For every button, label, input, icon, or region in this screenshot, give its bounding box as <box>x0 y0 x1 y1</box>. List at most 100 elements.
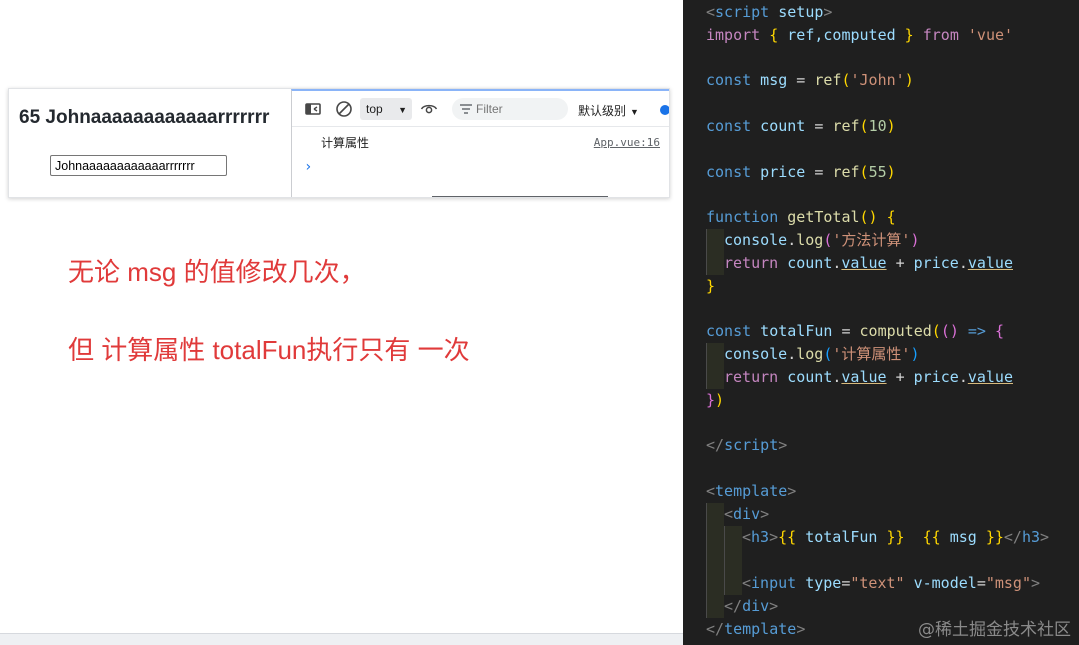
string: "text" <box>850 574 905 592</box>
tag-bracket: > <box>1040 528 1050 546</box>
function-name: computed <box>859 322 932 340</box>
tag-bracket: </ <box>706 620 725 638</box>
log-levels-dropdown[interactable]: 默认级别 ▼ <box>578 102 639 119</box>
paren: ) <box>910 231 920 249</box>
code-line: <script setup> <box>706 1 832 24</box>
tag-name: template <box>724 620 797 638</box>
brace: } <box>895 26 923 44</box>
paren: ( <box>859 117 869 135</box>
identifier: totalFun <box>796 528 887 546</box>
brace: { <box>877 208 896 226</box>
watermark: @稀土掘金技术社区 <box>918 620 1071 640</box>
console-source-link[interactable]: App.vue:16 <box>594 136 660 149</box>
operator: . <box>787 345 797 363</box>
code-line: <template> <box>706 480 796 503</box>
console-message: 计算属性 <box>321 136 370 150</box>
code-line: <div> <box>724 503 769 526</box>
clear-icon[interactable] <box>335 100 353 118</box>
keyword: return <box>724 368 779 386</box>
code-line: }) <box>706 389 724 412</box>
operator: + <box>886 368 914 386</box>
indent-highlight <box>706 503 724 618</box>
code-line: return count.value + price.value <box>724 366 1013 389</box>
keyword: import <box>706 26 761 44</box>
function-name: ref <box>832 163 860 181</box>
keyword: const <box>706 71 752 89</box>
settings-icon[interactable] <box>660 105 669 115</box>
filter-icon <box>460 104 472 114</box>
tag-bracket: > <box>769 597 779 615</box>
function-name: ref <box>832 117 860 135</box>
tag-name: h3 <box>1021 528 1041 546</box>
code-editor: <script setup> import { ref,computed } f… <box>683 0 1079 645</box>
context-select[interactable]: top ▼ <box>360 98 412 120</box>
identifier: console <box>724 231 788 249</box>
property: value <box>841 368 887 386</box>
tag-bracket: > <box>787 482 797 500</box>
eye-icon[interactable] <box>420 100 438 118</box>
tag-bracket: > <box>796 620 806 638</box>
taskbar-strip <box>0 633 683 645</box>
tag-bracket: > <box>1031 574 1041 592</box>
identifier: count <box>778 254 833 272</box>
operator: = <box>832 322 860 340</box>
tag-bracket: < <box>706 3 716 21</box>
code-line: </template> <box>706 618 805 641</box>
tag-bracket: < <box>724 505 734 523</box>
tag-bracket: </ <box>1003 528 1022 546</box>
tag-name: div <box>733 505 761 523</box>
annotation-text: 但 计算属性 totalFun执行只有 一次 <box>68 335 470 365</box>
keyword: from <box>922 26 959 44</box>
brace: } <box>706 391 716 409</box>
operator: = <box>787 71 815 89</box>
indent-highlight <box>706 229 724 275</box>
keyword: return <box>724 254 779 272</box>
paren: ( <box>841 71 851 89</box>
string: 'John' <box>850 71 905 89</box>
operator: . <box>958 254 968 272</box>
identifier: count <box>778 368 833 386</box>
paren: ) <box>886 117 896 135</box>
identifier: price <box>913 254 959 272</box>
keyword: const <box>706 322 752 340</box>
dock-icon[interactable] <box>304 100 322 118</box>
filter-box[interactable] <box>452 98 568 120</box>
paren: () <box>859 208 878 226</box>
operator: = <box>805 163 833 181</box>
function-name: getTotal <box>778 208 860 226</box>
paren: ( <box>931 322 941 340</box>
code-line: console.log('计算属性') <box>724 343 919 366</box>
paren: ) <box>886 163 896 181</box>
string: '方法计算' <box>832 231 911 249</box>
log-levels-label: 默认级别 <box>578 104 627 118</box>
scrollbar[interactable] <box>432 196 608 197</box>
annotation-text: 无论 msg 的值修改几次， <box>68 257 366 287</box>
tag-name: script <box>715 3 770 21</box>
tag-name: div <box>742 597 770 615</box>
devtools-console: top ▼ 默认级别▼ <box>291 89 669 197</box>
filter-input[interactable] <box>476 101 562 117</box>
console-prompt[interactable]: › <box>304 159 312 175</box>
tag-bracket: < <box>706 482 716 500</box>
string: "msg" <box>985 574 1031 592</box>
identifier: price <box>751 163 806 181</box>
number: 55 <box>868 163 887 181</box>
code-line: const msg = ref('John') <box>706 69 914 92</box>
tag-bracket: </ <box>706 436 725 454</box>
app-heading: 65 Johnaaaaaaaaaaaarrrrrrr <box>19 107 270 128</box>
console-message-row: 计算属性 App.vue:16 <box>292 128 669 150</box>
paren: ( <box>859 163 869 181</box>
tag-bracket: > <box>823 3 833 21</box>
code-line: const totalFun = computed(() => { <box>706 320 1004 343</box>
vue-app: 65 Johnaaaaaaaaaaaarrrrrrr <box>9 89 291 197</box>
code-line: <input type="text" v-model="msg"> <box>742 572 1040 595</box>
paren: () <box>940 322 959 340</box>
function-name: ref <box>814 71 842 89</box>
tag-bracket: < <box>742 574 752 592</box>
function-name: log <box>796 231 824 249</box>
tag-name: h3 <box>751 528 770 546</box>
identifier: count <box>751 117 806 135</box>
tag-bracket: > <box>769 528 779 546</box>
tag-bracket: > <box>760 505 770 523</box>
msg-input[interactable] <box>50 155 227 176</box>
